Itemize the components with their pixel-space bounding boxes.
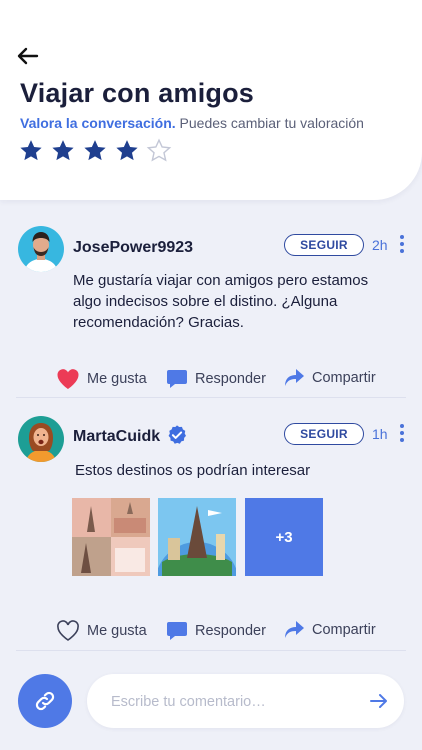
- star-icon[interactable]: [114, 138, 140, 164]
- star-icon[interactable]: [50, 138, 76, 164]
- rating-stars: [18, 138, 172, 164]
- page-title: Viajar con amigos: [20, 78, 254, 108]
- star-icon[interactable]: [18, 138, 44, 164]
- follow-button[interactable]: SEGUIR: [284, 423, 364, 445]
- post-time: 1h: [372, 426, 388, 442]
- post-actions: Me gusta Responder Compartir: [0, 368, 422, 394]
- avatar[interactable]: [18, 226, 64, 272]
- post-actions: Me gusta Responder Compartir: [0, 620, 422, 646]
- share-label: Compartir: [312, 622, 376, 638]
- divider: [16, 397, 406, 398]
- username[interactable]: MartaCuidk: [73, 428, 160, 446]
- username[interactable]: JosePower9923: [73, 239, 193, 257]
- comment-icon: [167, 370, 187, 388]
- like-button[interactable]: Me gusta: [56, 620, 147, 642]
- like-label: Me gusta: [87, 623, 147, 639]
- avatar[interactable]: [18, 416, 64, 462]
- link-icon: [35, 691, 55, 711]
- share-button[interactable]: Compartir: [284, 620, 376, 640]
- share-label: Compartir: [312, 370, 376, 386]
- reply-button[interactable]: Responder: [166, 368, 266, 390]
- like-button[interactable]: Me gusta: [56, 368, 147, 390]
- share-icon: [285, 369, 304, 386]
- rating-prompt: Valora la conversación. Puedes cambiar t…: [20, 115, 364, 131]
- send-arrow-icon[interactable]: [369, 691, 389, 711]
- back-arrow-icon[interactable]: [16, 44, 40, 68]
- destination-image[interactable]: [158, 498, 236, 576]
- attach-link-button[interactable]: [18, 674, 72, 728]
- more-images-button[interactable]: +3: [245, 498, 323, 576]
- like-label: Me gusta: [87, 371, 147, 387]
- post-text: Estos destinos os podrían interesar: [75, 462, 311, 479]
- follow-button[interactable]: SEGUIR: [284, 234, 364, 256]
- reply-button[interactable]: Responder: [166, 620, 266, 642]
- heart-icon: [57, 369, 79, 389]
- comment-input[interactable]: [109, 691, 353, 713]
- header: Viajar con amigos Valora la conversación…: [0, 0, 422, 200]
- reply-label: Responder: [195, 623, 266, 639]
- comment-box: [87, 674, 404, 728]
- star-icon[interactable]: [82, 138, 108, 164]
- heart-icon: [57, 620, 79, 641]
- reply-label: Responder: [195, 371, 266, 387]
- more-vertical-icon[interactable]: [397, 421, 407, 447]
- rate-label: Valora la conversación.: [20, 115, 176, 131]
- divider: [16, 650, 406, 651]
- star-icon[interactable]: [146, 138, 172, 164]
- share-button[interactable]: Compartir: [284, 368, 376, 388]
- post-text: Me gustaría viajar con amigos pero estam…: [73, 272, 369, 331]
- verified-badge-icon: [168, 425, 186, 444]
- post-time: 2h: [372, 237, 388, 253]
- comment-icon: [167, 622, 187, 640]
- more-vertical-icon[interactable]: [397, 232, 407, 258]
- destination-image[interactable]: [72, 498, 150, 576]
- rate-hint: Puedes cambiar tu valoración: [179, 115, 364, 131]
- share-icon: [285, 621, 304, 638]
